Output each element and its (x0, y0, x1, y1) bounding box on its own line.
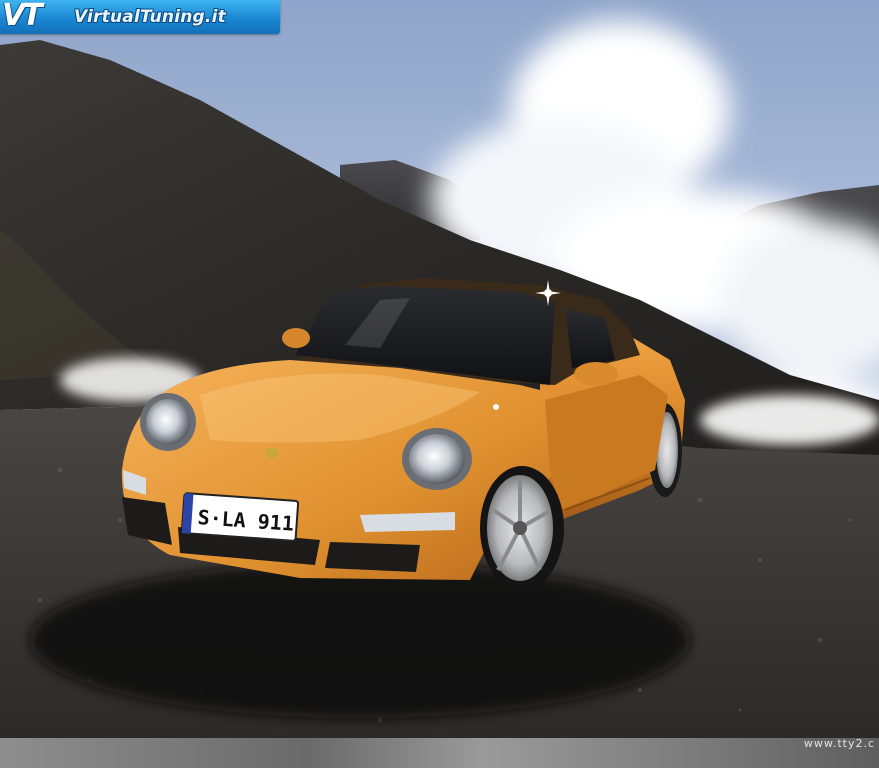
site-logo-banner[interactable]: VT VirtualTuning.it (0, 0, 280, 34)
porsche-crest (265, 448, 279, 458)
site-name: VirtualTuning.it (74, 7, 226, 27)
bottom-bar (0, 738, 879, 768)
photo-credit: www.tty2.c (803, 737, 875, 750)
car-shadow (30, 562, 690, 718)
background-photo: S·LA 911 (0, 0, 879, 738)
vt-logo-mark: VT (2, 0, 43, 33)
right-fog-light (360, 512, 455, 532)
right-mirror (574, 362, 618, 386)
left-mirror (282, 328, 310, 348)
